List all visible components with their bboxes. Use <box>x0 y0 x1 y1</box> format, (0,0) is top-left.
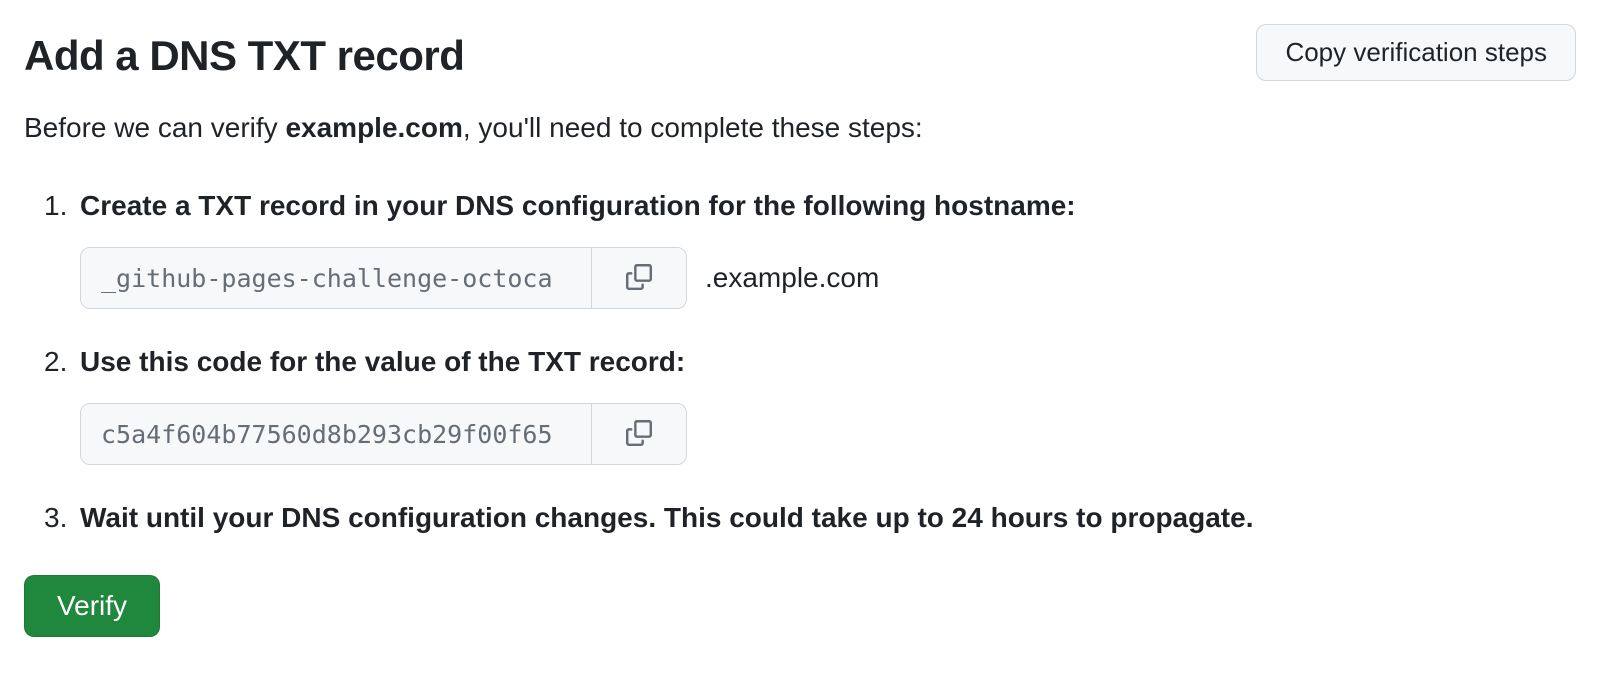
hostname-input[interactable] <box>81 248 591 308</box>
txt-value-input[interactable] <box>81 404 591 464</box>
verify-button[interactable]: Verify <box>24 575 160 637</box>
intro-text: Before we can verify example.com, you'll… <box>24 107 1576 149</box>
txt-value-input-group <box>80 403 687 465</box>
intro-domain: example.com <box>285 112 462 143</box>
copy-icon <box>626 420 652 449</box>
copy-icon <box>626 264 652 293</box>
step-1-label: Create a TXT record in your DNS configur… <box>80 190 1076 221</box>
hostname-domain-suffix: .example.com <box>705 257 879 299</box>
step-3: Wait until your DNS configuration change… <box>44 497 1576 539</box>
intro-prefix: Before we can verify <box>24 112 285 143</box>
step-2-label: Use this code for the value of the TXT r… <box>80 346 685 377</box>
copy-txt-value-button[interactable] <box>591 404 686 464</box>
copy-hostname-button[interactable] <box>591 248 686 308</box>
step-3-label: Wait until your DNS configuration change… <box>80 502 1253 533</box>
copy-verification-steps-button[interactable]: Copy verification steps <box>1256 24 1576 81</box>
step-1: Create a TXT record in your DNS configur… <box>44 185 1576 309</box>
hostname-input-group <box>80 247 687 309</box>
intro-suffix: , you'll need to complete these steps: <box>463 112 923 143</box>
page-title: Add a DNS TXT record <box>24 24 464 87</box>
step-2: Use this code for the value of the TXT r… <box>44 341 1576 465</box>
